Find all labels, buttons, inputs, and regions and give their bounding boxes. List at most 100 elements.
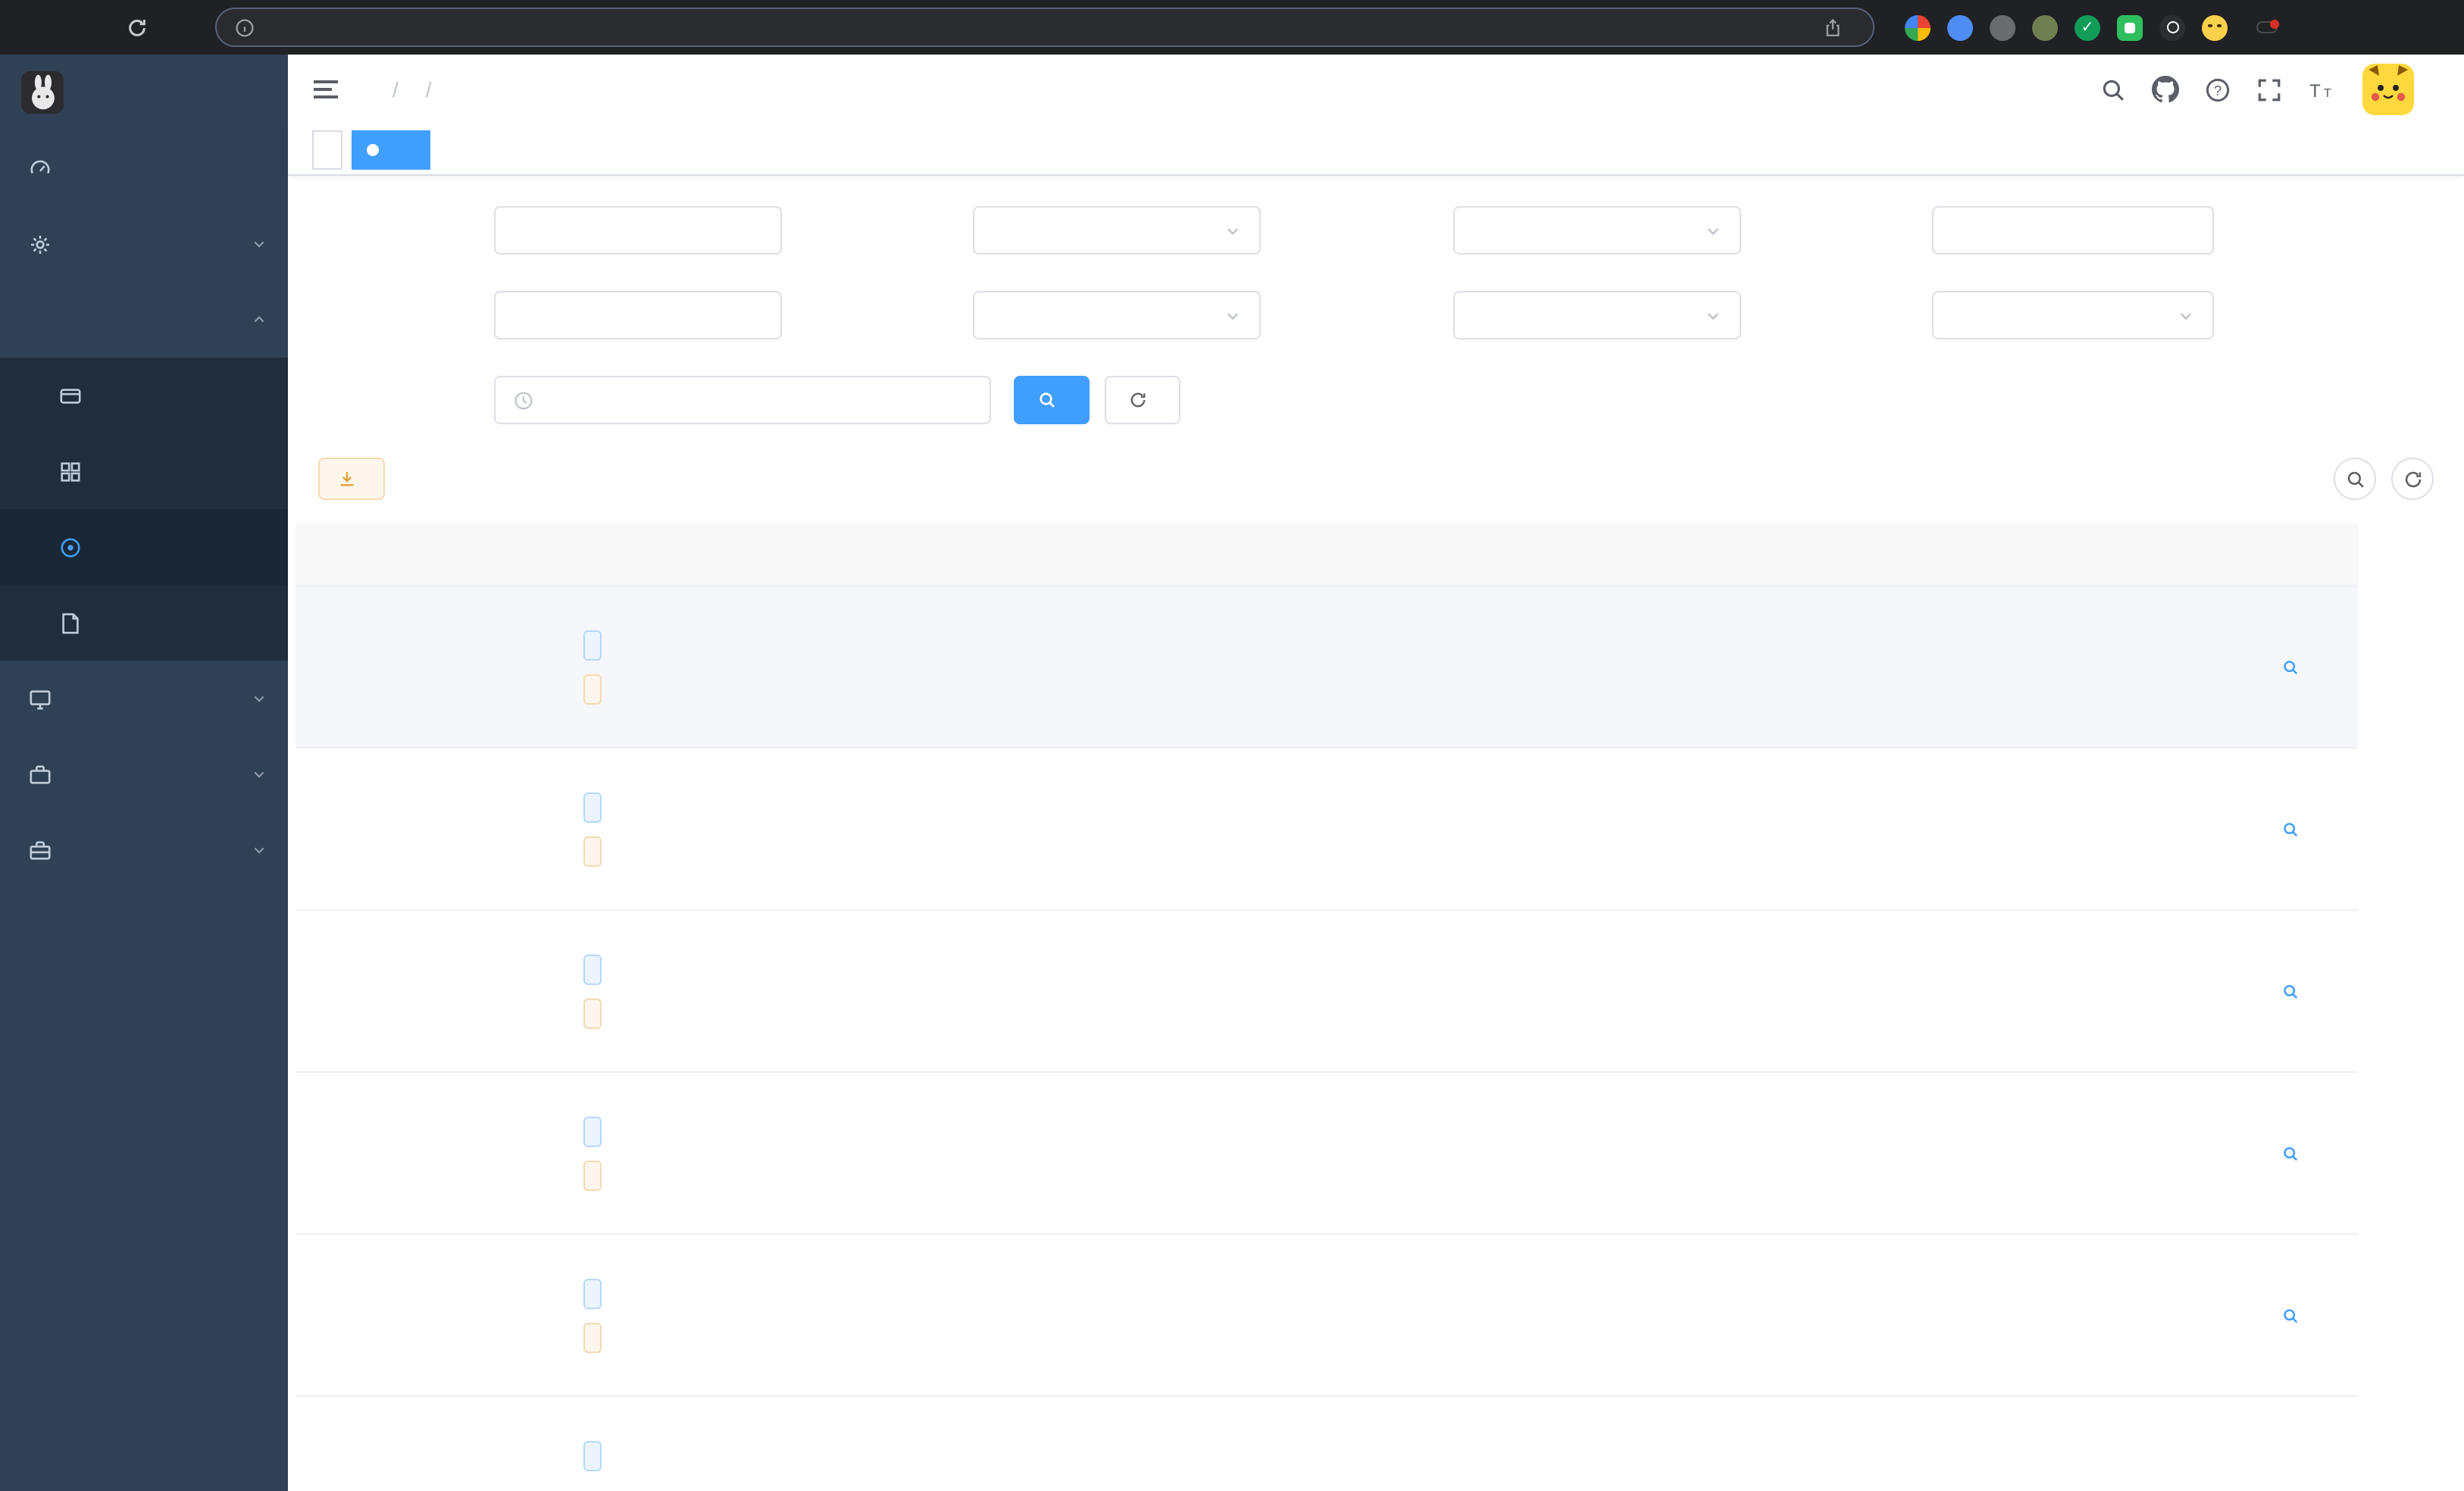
clock-icon	[514, 390, 533, 410]
refresh-table-button[interactable]	[2391, 458, 2434, 500]
merchant-tag	[583, 1116, 602, 1146]
view-detail-link[interactable]	[2282, 1145, 2305, 1161]
refund-status-filter-select[interactable]	[1453, 291, 1741, 339]
extension-avatar-icon[interactable]	[2202, 14, 2228, 40]
pay-tag	[583, 1322, 602, 1352]
table-row	[295, 911, 2358, 1073]
magnifier-icon	[2282, 1145, 2299, 1161]
svg-text:?: ?	[2214, 83, 2222, 98]
browser-home-icon[interactable]	[167, 9, 203, 45]
extension-colorful-icon[interactable]	[1905, 14, 1931, 40]
orders-table	[295, 523, 2358, 1491]
extension-blue-icon[interactable]	[1947, 14, 1973, 40]
extension-check-icon[interactable]: ✓	[2075, 14, 2100, 40]
pay-time-cell	[2084, 586, 2229, 747]
merchant-filter-input[interactable]	[494, 206, 782, 255]
fee-cell	[1381, 586, 1526, 747]
refund-cell	[1526, 586, 1671, 747]
channel-order-no-input[interactable]	[494, 291, 782, 339]
fullscreen-icon[interactable]	[2256, 77, 2282, 102]
svg-text:T: T	[2309, 80, 2321, 101]
sidebar-item-home[interactable]	[0, 130, 288, 206]
tab-home[interactable]	[312, 130, 342, 169]
export-button[interactable]	[318, 458, 385, 500]
pay-status-filter-select[interactable]	[973, 291, 1261, 339]
sidebar-item-merchant-info[interactable]	[0, 358, 288, 433]
sidebar-item-infrastructure[interactable]	[0, 661, 288, 736]
merchant-tag	[583, 954, 602, 984]
order-no-cell	[553, 1397, 977, 1491]
pay-time-cell	[2084, 911, 2229, 1071]
github-icon[interactable]	[2152, 76, 2179, 103]
sidebar-item-system[interactable]	[0, 206, 288, 282]
app-logo	[0, 55, 288, 130]
font-size-icon[interactable]: TT	[2308, 77, 2337, 102]
search-button[interactable]	[1014, 376, 1090, 424]
channel-cell	[356, 1397, 553, 1491]
chevron-down-icon	[252, 691, 267, 706]
hamburger-icon[interactable]	[312, 76, 339, 103]
view-detail-link[interactable]	[2282, 658, 2305, 675]
extension-dark-icon[interactable]	[2159, 14, 2185, 40]
credit-card-icon	[58, 384, 82, 407]
amount-cell	[1235, 1235, 1381, 1396]
extension-gray-icon[interactable]	[1990, 14, 2015, 40]
site-info-icon[interactable]	[235, 17, 255, 37]
sidebar-item-workflow[interactable]	[0, 812, 288, 888]
channel-cell	[356, 911, 553, 1071]
create-time-cell	[1938, 1397, 2084, 1491]
share-icon[interactable]	[1823, 17, 1843, 37]
pay-status-cell	[1671, 911, 1805, 1071]
breadcrumb-separator: /	[425, 77, 432, 102]
chevron-down-icon	[2178, 307, 2194, 324]
order-id-cell	[295, 1397, 356, 1491]
tab-pay-order[interactable]	[352, 130, 430, 169]
toggle-search-button[interactable]	[2334, 458, 2376, 500]
pay-tag	[583, 674, 602, 704]
merchant-tag	[583, 630, 602, 660]
chevron-down-icon	[1224, 307, 1241, 324]
app-header: / / ? TT	[288, 55, 2464, 124]
browser-reload-icon[interactable]	[118, 9, 155, 45]
pay-time-cell	[2084, 749, 2229, 909]
channel-code-filter-select[interactable]	[1453, 206, 1741, 255]
browser-forward-icon[interactable]	[70, 9, 106, 45]
view-detail-link[interactable]	[2282, 821, 2305, 837]
extension-olive-icon[interactable]	[2032, 14, 2058, 40]
document-icon	[58, 611, 82, 634]
table-row	[295, 1235, 2358, 1397]
browser-update-button[interactable]	[2256, 20, 2279, 33]
create-time-range-picker[interactable]	[494, 376, 991, 424]
app-id-filter-select[interactable]	[973, 206, 1261, 255]
close-tab-icon[interactable]	[394, 139, 415, 160]
sidebar-item-refund-order[interactable]	[0, 585, 288, 661]
screen: ✓ / / ? T T	[0, 0, 2464, 1491]
channel-cell	[356, 749, 553, 909]
sidebar-item-payment[interactable]	[0, 282, 288, 358]
briefcase-icon	[27, 839, 52, 861]
view-detail-link[interactable]	[2282, 983, 2305, 999]
merchant-order-no-input[interactable]	[1932, 206, 2214, 255]
user-avatar[interactable]	[2362, 64, 2414, 115]
notify-status-filter-select[interactable]	[1932, 291, 2214, 339]
address-bar[interactable]	[215, 8, 1875, 47]
search-icon[interactable]	[2100, 77, 2126, 102]
sidebar-item-dev-tools[interactable]	[0, 736, 288, 812]
table-row	[295, 1073, 2358, 1235]
chevron-up-icon	[252, 312, 267, 327]
refund-cell	[1526, 1073, 1671, 1233]
sidebar-item-app-info[interactable]	[0, 433, 288, 509]
reset-button[interactable]	[1105, 376, 1180, 424]
view-detail-link[interactable]	[2282, 1307, 2305, 1324]
create-time-cell	[1938, 911, 2084, 1071]
breadcrumb: / /	[379, 77, 446, 102]
toolbox-icon	[27, 763, 52, 786]
help-icon[interactable]: ?	[2205, 77, 2231, 102]
extension-chat-icon[interactable]	[2117, 14, 2143, 40]
filter-refund-status	[1261, 291, 1741, 339]
order-no-cell	[553, 1235, 977, 1396]
notify-status-cell	[1805, 749, 1938, 909]
browser-back-icon[interactable]	[21, 9, 58, 45]
sidebar-item-pay-order[interactable]	[0, 509, 288, 585]
table-header-row	[295, 523, 2358, 586]
